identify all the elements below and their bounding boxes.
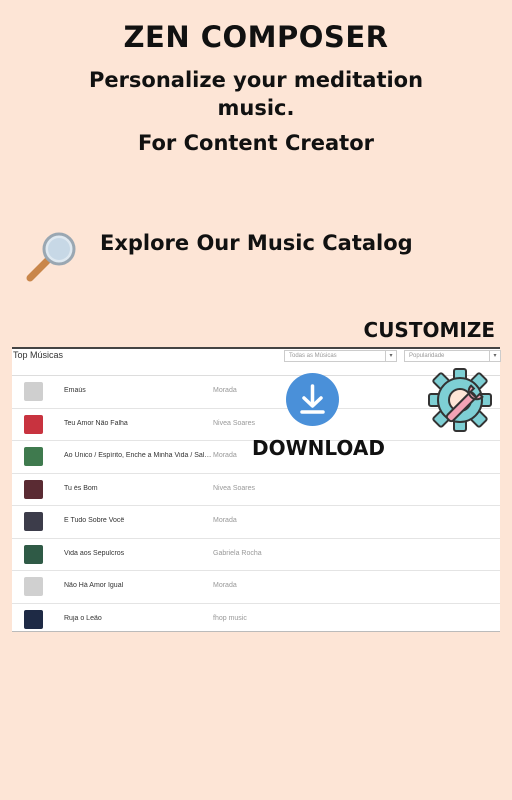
album-art — [24, 577, 43, 596]
artist-name[interactable]: Morada — [213, 452, 237, 459]
explore-catalog-link[interactable]: Explore Our Music Catalog — [100, 231, 413, 255]
album-art — [24, 544, 43, 564]
catalog-title: Top Músicas — [13, 350, 64, 360]
app-subtitle: Personalize your meditation music. — [88, 68, 424, 120]
app-audience: For Content Creator — [138, 131, 374, 155]
album-art — [24, 609, 43, 629]
catalog-header: Top Músicas Todas as Músicas ▾ Popularid… — [12, 349, 501, 376]
magnifier-icon — [26, 232, 76, 282]
album-art — [24, 382, 43, 401]
table-row[interactable]: Não Há Amor Igual Morada — [12, 571, 500, 604]
artist-name[interactable]: fhop music — [213, 615, 247, 622]
album-art — [24, 512, 43, 531]
download-label[interactable]: DOWNLOAD — [252, 436, 385, 460]
table-row[interactable]: Tu és Bom Nivea Soares — [12, 474, 500, 506]
album-art — [24, 447, 43, 466]
track-title[interactable]: Teu Amor Não Falha — [64, 420, 212, 427]
track-title[interactable]: Emaús — [64, 387, 212, 394]
track-title[interactable]: É Tudo Sobre Você — [64, 517, 212, 524]
customize-label[interactable]: CUSTOMIZE — [364, 318, 495, 342]
artist-name[interactable]: Gabriela Rocha — [213, 550, 262, 557]
chevron-down-icon: ▾ — [489, 351, 500, 361]
download-icon — [300, 384, 325, 414]
sort-select[interactable]: Popularidade ▾ — [404, 350, 501, 362]
track-title[interactable]: Ao Único / Espírito, Enche a Minha Vida … — [64, 452, 212, 459]
artist-name[interactable]: Nivea Soares — [213, 485, 255, 492]
track-title[interactable]: Ruja o Leão — [64, 615, 212, 622]
artist-name[interactable]: Morada — [213, 582, 237, 589]
track-title[interactable]: Vida aos Sepulcros — [64, 550, 212, 557]
table-row[interactable]: É Tudo Sobre Você Morada — [12, 506, 500, 539]
table-row[interactable]: Emaús Morada — [12, 376, 500, 409]
table-row[interactable]: Ruja o Leão fhop music — [12, 604, 500, 636]
gear-wrench-icon[interactable] — [428, 368, 492, 432]
artist-name[interactable]: Morada — [213, 517, 237, 524]
chevron-down-icon: ▾ — [385, 351, 396, 361]
artist-name[interactable]: Nivea Soares — [213, 420, 255, 427]
album-art — [24, 479, 43, 499]
album-art — [24, 414, 43, 434]
track-title[interactable]: Tu és Bom — [64, 485, 212, 492]
music-catalog-panel: Top Músicas Todas as Músicas ▾ Popularid… — [12, 347, 501, 632]
track-title[interactable]: Não Há Amor Igual — [64, 582, 212, 589]
artist-name[interactable]: Morada — [213, 387, 237, 394]
table-row[interactable]: Vida aos Sepulcros Gabriela Rocha — [12, 539, 500, 571]
filter-select[interactable]: Todas as Músicas ▾ — [284, 350, 397, 362]
app-title: ZEN COMPOSER — [123, 20, 389, 54]
download-button[interactable] — [286, 373, 339, 426]
